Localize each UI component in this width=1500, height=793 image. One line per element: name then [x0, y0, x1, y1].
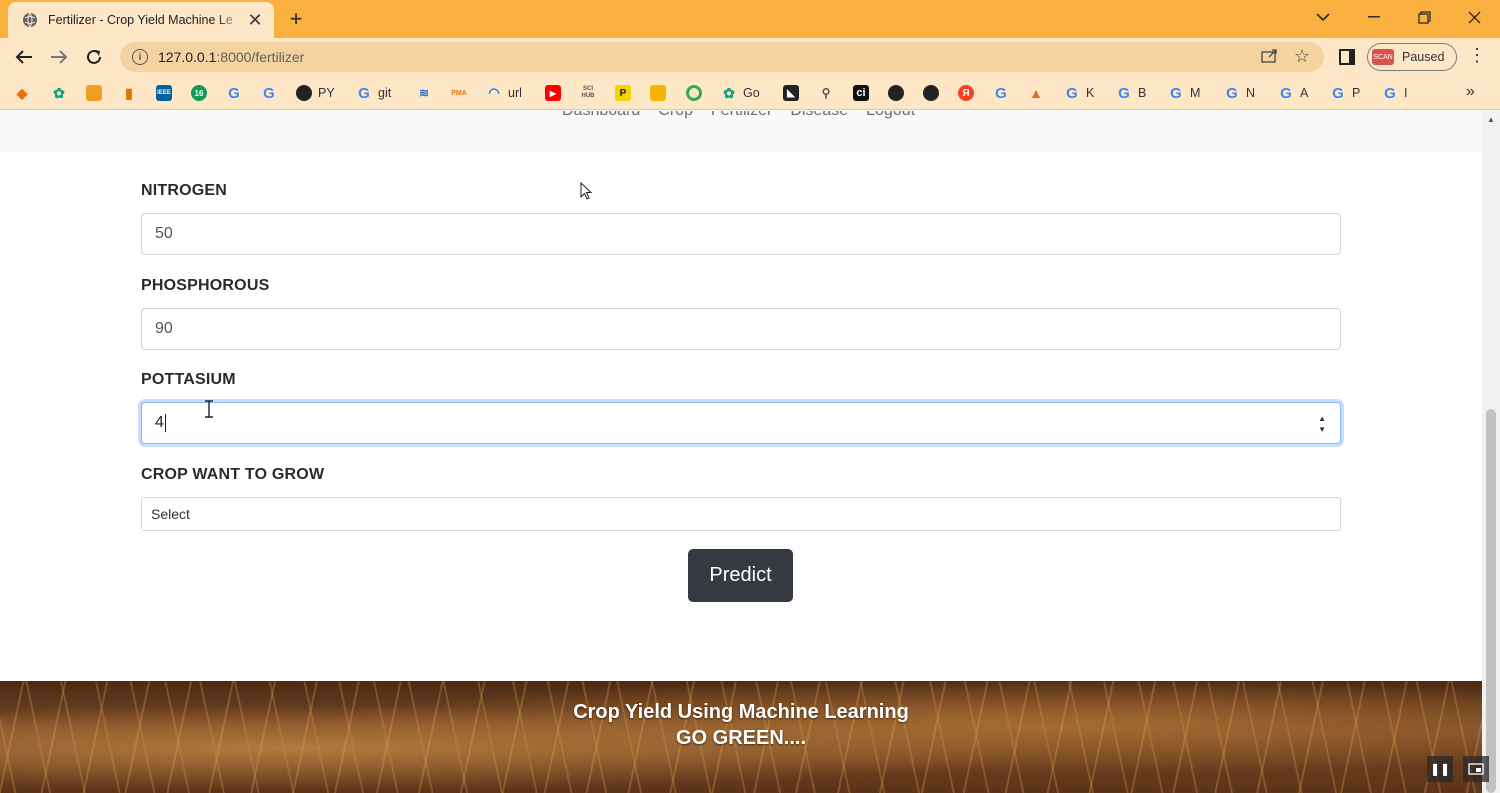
bookmark-chatgpt-icon[interactable]: ✿: [51, 84, 67, 102]
bookmark-google-icon[interactable]: G: [993, 84, 1009, 102]
phosphorous-input[interactable]: 90: [141, 308, 1341, 350]
phosphorous-label: PHOSPHOROUS: [141, 277, 270, 294]
profile-status: Paused: [1402, 50, 1445, 64]
nav-disease[interactable]: Disease: [790, 111, 848, 120]
minimize-icon[interactable]: [1359, 4, 1389, 30]
bookmark-wifi-icon[interactable]: ≋: [416, 84, 432, 102]
bookmark-folder-icon[interactable]: [86, 84, 102, 102]
bookmark-p-icon[interactable]: P: [615, 84, 631, 102]
bookmark-bird-icon[interactable]: ◣: [783, 84, 799, 102]
bookmark-apps-icon[interactable]: ◆: [14, 84, 30, 102]
number-spinner[interactable]: ▲ ▼: [1318, 413, 1326, 435]
bookmark-n[interactable]: GN: [1224, 84, 1255, 102]
more-bookmarks-icon[interactable]: »: [1466, 83, 1475, 101]
browser-tab[interactable]: Fertilizer - Crop Yield Machine Le ✕: [8, 2, 274, 38]
address-bar[interactable]: i 127.0.0.1:8000/fertilizer ☆: [120, 42, 1324, 72]
bookmark-youtube-icon[interactable]: ▶: [545, 84, 561, 102]
nav-crop[interactable]: Crop: [658, 111, 693, 120]
page-viewport: Dashboard Crop Fertilizer Disease Logout…: [0, 111, 1482, 793]
mouse-pointer-icon: [580, 182, 592, 200]
github-icon: [296, 85, 312, 101]
bookmark-git[interactable]: Ggit: [356, 84, 391, 102]
profile-button[interactable]: SCAN Paused: [1367, 43, 1457, 71]
bookmark-globe-icon[interactable]: [888, 84, 904, 102]
site-info-icon[interactable]: i: [132, 49, 148, 65]
bookmark-google-icon[interactable]: G: [226, 84, 242, 102]
bookmark-scihub-icon[interactable]: SCI HUB: [580, 84, 596, 102]
bookmark-m[interactable]: GM: [1168, 84, 1200, 102]
scrollbar-thumb[interactable]: [1486, 409, 1496, 793]
nav-fertilizer[interactable]: Fertilizer: [711, 111, 772, 120]
google-icon: G: [358, 84, 370, 102]
avatar: SCAN: [1372, 49, 1394, 65]
restore-icon[interactable]: [1409, 4, 1439, 30]
pottasium-label: POTTASIUM: [141, 371, 236, 388]
page-scrollbar[interactable]: ▲: [1482, 111, 1500, 793]
bookmark-ring-icon[interactable]: [686, 84, 702, 102]
pottasium-value: 4: [155, 414, 164, 431]
bookmark-analytics-icon[interactable]: ▮: [121, 84, 137, 102]
tab-title: Fertilizer - Crop Yield Machine Le: [48, 13, 233, 27]
bookmark-yandex-icon[interactable]: Я: [958, 84, 974, 102]
pip-icon[interactable]: [1463, 756, 1489, 782]
crop-select[interactable]: Select: [141, 497, 1341, 531]
text-caret: [164, 414, 166, 432]
chatgpt-icon: ✿: [723, 84, 735, 101]
crop-label: CROP WANT TO GROW: [141, 466, 325, 483]
bookmark-p[interactable]: GP: [1330, 84, 1360, 102]
new-tab-button[interactable]: +: [284, 6, 308, 32]
top-navbar: Dashboard Crop Fertilizer Disease Logout: [0, 111, 1482, 152]
predict-button[interactable]: Predict: [688, 549, 793, 602]
bookmark-matlab-icon[interactable]: ▲: [1028, 84, 1044, 102]
nitrogen-label: NITROGEN: [141, 182, 228, 199]
text-cursor-icon: [205, 400, 213, 418]
bookmark-ci-icon[interactable]: ci: [853, 84, 869, 102]
bookmark-16-icon[interactable]: 16: [191, 84, 207, 102]
pause-icon[interactable]: ❚❚: [1427, 756, 1453, 782]
browser-titlebar: Fertilizer - Crop Yield Machine Le ✕ +: [0, 0, 1500, 38]
nitrogen-input[interactable]: 50: [141, 213, 1341, 255]
footer-subtitle: GO GREEN....: [675, 727, 807, 749]
bookmark-person-icon[interactable]: ⚲: [818, 84, 834, 102]
bookmark-folder2-icon[interactable]: [650, 84, 666, 102]
reload-icon[interactable]: [81, 45, 107, 69]
bookmarks-bar: ◆ ✿ ▮ IEEE 16 G G PY Ggit ≋ PMA ◠ url ▶ S…: [0, 76, 1500, 110]
footer-banner: Crop Yield Using Machine Learning GO GRE…: [0, 681, 1482, 793]
nav-logout[interactable]: Logout: [866, 111, 915, 120]
footer-title: Crop Yield Using Machine Learning: [573, 701, 909, 723]
forward-arrow-icon[interactable]: [46, 45, 72, 69]
pottasium-input[interactable]: 4 ▲ ▼: [141, 402, 1341, 444]
globe-icon: [22, 12, 38, 28]
bookmark-go[interactable]: ✿ Go: [721, 84, 760, 102]
bookmark-google-icon[interactable]: G: [261, 84, 277, 102]
rainbow-icon: ◠: [488, 85, 500, 100]
url-text[interactable]: 127.0.0.1:8000/fertilizer: [158, 49, 304, 65]
browser-menu-icon[interactable]: ⋮: [1468, 45, 1486, 66]
bookmark-a[interactable]: GA: [1278, 84, 1308, 102]
bookmark-star-icon[interactable]: ☆: [1294, 46, 1310, 67]
share-icon[interactable]: [1261, 48, 1278, 67]
bookmark-ieee-icon[interactable]: IEEE: [156, 84, 172, 102]
tab-search-chevron-icon[interactable]: [1308, 4, 1338, 30]
close-window-icon[interactable]: [1459, 4, 1489, 30]
back-arrow-icon[interactable]: [11, 45, 37, 69]
nav-dashboard[interactable]: Dashboard: [562, 111, 640, 120]
bookmark-i[interactable]: GI: [1382, 84, 1407, 102]
scroll-up-icon[interactable]: ▲: [1487, 115, 1495, 124]
bookmark-globe-icon[interactable]: [923, 84, 939, 102]
bookmark-github-py[interactable]: PY: [296, 84, 335, 102]
bookmark-k[interactable]: GK: [1064, 84, 1094, 102]
bookmark-pma-icon[interactable]: PMA: [451, 84, 467, 102]
bookmark-url[interactable]: ◠ url: [486, 84, 522, 102]
side-panel-icon[interactable]: [1339, 49, 1355, 65]
bookmark-b[interactable]: GB: [1116, 84, 1146, 102]
tab-close-icon[interactable]: ✕: [246, 10, 264, 31]
